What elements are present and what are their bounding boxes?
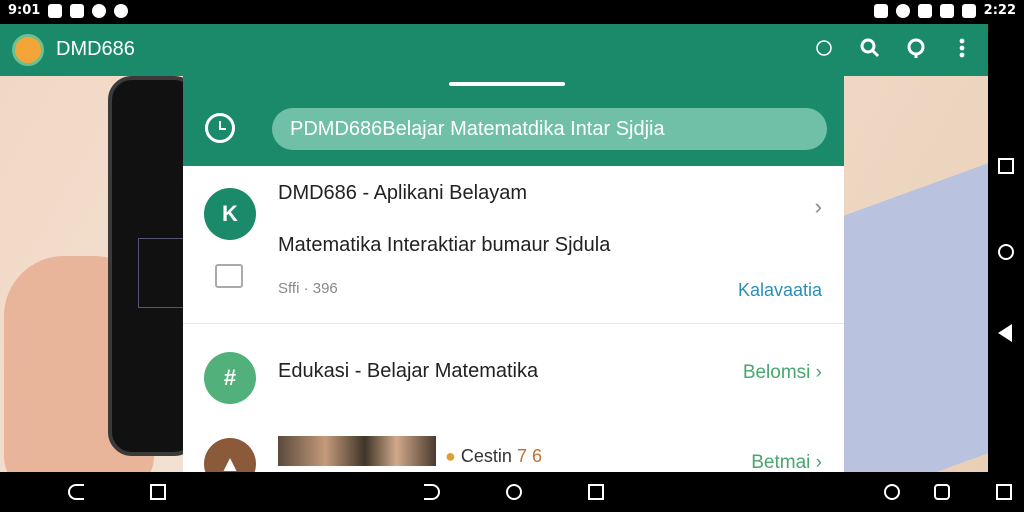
- history-icon[interactable]: [812, 36, 836, 60]
- status-time-left: 9:01: [8, 3, 41, 18]
- fullscreen-icon[interactable]: [996, 484, 1012, 500]
- mail-icon: [114, 3, 129, 18]
- navigation-bar: [0, 472, 1024, 512]
- calendar-icon: [48, 3, 63, 18]
- rating-label: Cestin: [460, 446, 512, 466]
- split-screen-icon[interactable]: [150, 484, 166, 500]
- status-time-right: 2:22: [983, 3, 1016, 18]
- rating-value: 7 6: [516, 446, 542, 466]
- item-title: Edukasi - Belajar Matematika: [278, 360, 539, 382]
- item-thumbnail: [278, 436, 436, 466]
- app-logo-icon: [12, 34, 44, 66]
- app-bar: DMD686: [0, 24, 988, 76]
- home-icon[interactable]: [506, 484, 522, 500]
- chevron-right-icon: ›: [815, 362, 822, 383]
- wifi-icon: [917, 3, 932, 18]
- account-icon[interactable]: [904, 36, 928, 60]
- accessibility-icon[interactable]: [884, 484, 900, 500]
- share-icon[interactable]: [215, 264, 243, 288]
- item-rating: ● Cestin 7 6: [445, 446, 542, 467]
- item-title: DMD686 - Aplikani Belayam: [278, 182, 527, 204]
- chevron-right-icon: ›: [815, 452, 822, 472]
- location-icon: [895, 3, 910, 18]
- recents-button[interactable]: [998, 158, 1014, 174]
- item-meta: Sffi · 396: [278, 280, 338, 297]
- rotate-back-icon[interactable]: [68, 484, 84, 500]
- notification-icon: [70, 3, 85, 18]
- back-button[interactable]: [998, 324, 1012, 342]
- signal-app-icon: [92, 3, 107, 18]
- recents-icon[interactable]: [588, 484, 604, 500]
- settings-icon[interactable]: [934, 484, 950, 500]
- battery-icon: [961, 3, 976, 18]
- back-icon[interactable]: [424, 484, 440, 500]
- clock-icon[interactable]: [205, 113, 235, 143]
- item-subtitle: Matematika Interaktiar bumaur Sjdula: [278, 234, 611, 256]
- phone-screen-graph: [138, 238, 188, 308]
- item-avatar: K: [204, 188, 256, 240]
- item-action-label: Betmai: [751, 452, 811, 472]
- sheet-header: PDMD686Belajar Matematdika Intar Sjdjia: [183, 76, 844, 166]
- app-title: DMD686: [56, 38, 135, 60]
- rating-pin-icon: ●: [445, 446, 456, 466]
- item-action-link[interactable]: Kalavaatia: [738, 280, 822, 301]
- vibrate-icon: [873, 3, 888, 18]
- item-action-label: Belomsi: [742, 362, 811, 383]
- chevron-right-icon[interactable]: ›: [815, 194, 822, 220]
- item-action-link[interactable]: Betmai ›: [751, 452, 822, 472]
- drag-handle[interactable]: [449, 82, 565, 86]
- search-icon[interactable]: [858, 36, 882, 60]
- item-action-link[interactable]: Belomsi ›: [743, 362, 822, 384]
- status-bar: 9:01 2:22: [0, 0, 1024, 24]
- bottom-sheet: PDMD686Belajar Matematdika Intar Sjdjia …: [183, 76, 844, 472]
- item-avatar: #: [204, 352, 256, 404]
- home-button[interactable]: [998, 244, 1014, 260]
- navigation-rail: [988, 24, 1024, 472]
- signal-icon: [939, 3, 954, 18]
- more-vert-icon[interactable]: [950, 36, 974, 60]
- app-bar-actions: [812, 36, 974, 60]
- search-input[interactable]: PDMD686Belajar Matematdika Intar Sjdjia: [272, 108, 827, 150]
- item-avatar: ▲: [204, 438, 256, 472]
